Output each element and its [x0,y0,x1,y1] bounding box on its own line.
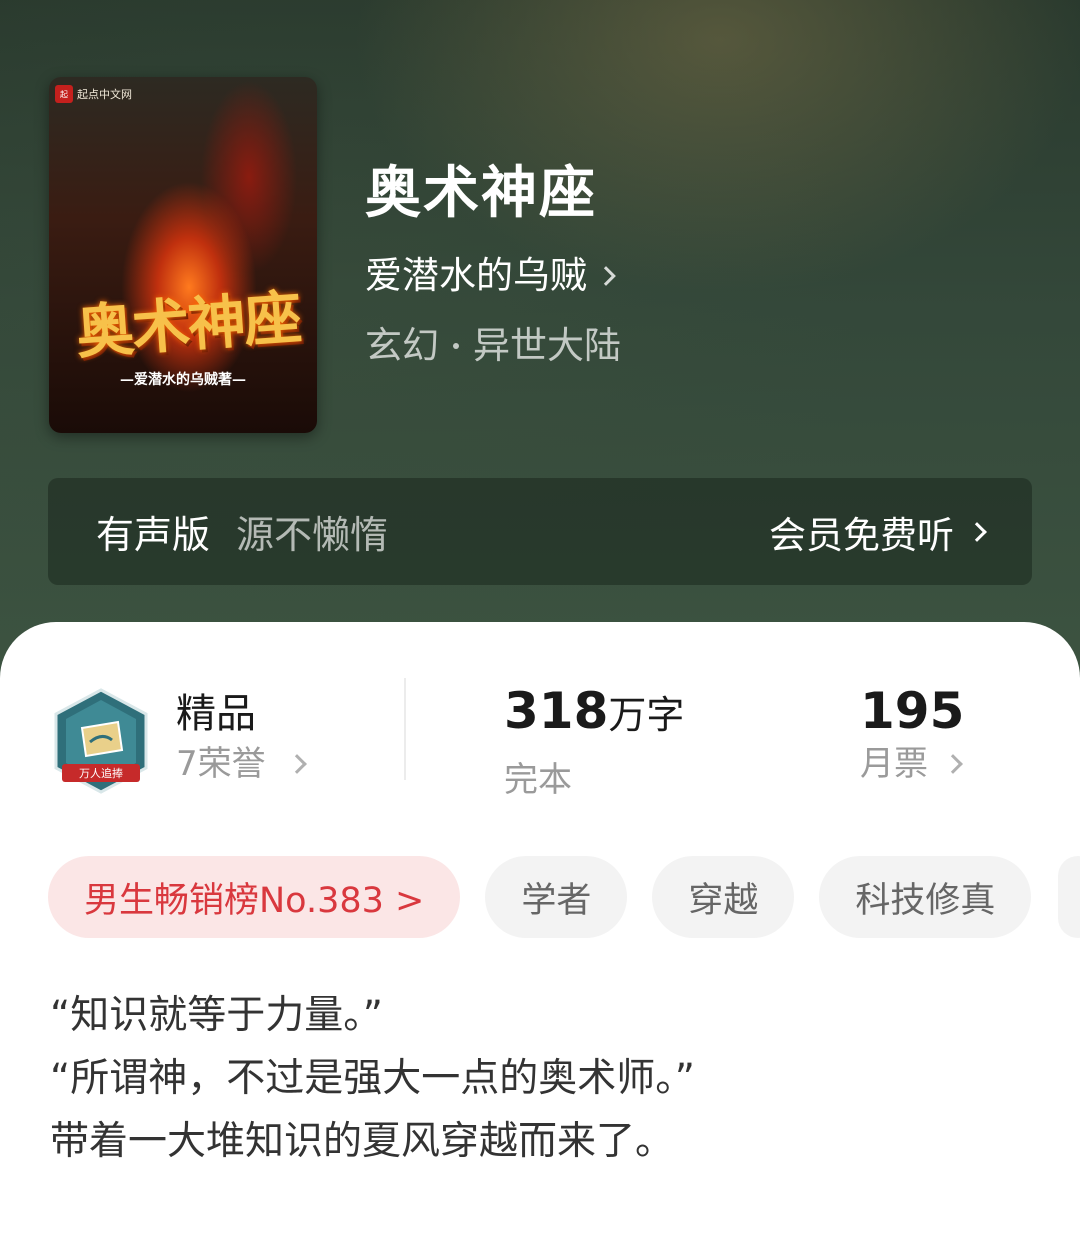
monthly-votes-label: 月票 [860,744,928,784]
publisher-logo-icon: 起 [55,85,73,103]
chevron-right-icon [596,266,616,286]
tag-list: 男生畅销榜No.383 > 学者 穿越 科技修真 [48,856,1032,938]
tag-item[interactable]: 学者 [485,856,628,938]
synopsis-line: “所谓神，不过是强大一点的奥术师。” [50,1056,695,1101]
monthly-votes-stat[interactable]: 195 月票 [860,682,964,788]
monthly-votes-number: 195 [860,682,965,740]
quality-stat[interactable]: 精品 7荣誉 [176,688,307,788]
synopsis-line: 带着一大堆知识的夏风穿越而来了。 [50,1119,675,1164]
book-cover[interactable]: 起 起点中文网 奥术神座 —爱潜水的乌贼著— [49,77,317,433]
tag-item[interactable]: 科技修真 [819,856,1032,938]
cover-author-line: —爱潜水的乌贼著— [120,372,246,388]
book-synopsis[interactable]: “知识就等于力量。” “所谓神，不过是强大一点的奥术师。” 带着一大堆知识的夏风… [50,984,1030,1173]
tag-item[interactable]: 穿越 [652,856,795,938]
word-count-stat: 318万字 完本 [504,682,684,804]
tag-item-overflow[interactable] [1058,856,1080,938]
word-count-unit: 万字 [608,693,685,737]
publisher-logo: 起 起点中文网 [55,83,132,105]
stat-divider [404,678,406,780]
quality-title: 精品 [176,691,256,737]
completion-status: 完本 [504,760,572,800]
genre-sub: 异世大陆 [473,324,621,367]
rank-tag[interactable]: 男生畅销榜No.383 > [48,856,461,938]
word-count-number: 318 [504,682,609,740]
member-free-listen-label: 会员免费听 [769,513,954,557]
publisher-logo-text: 起点中文网 [77,88,132,101]
chevron-right-icon [967,521,987,542]
quality-badge-icon[interactable]: 万人追捧 [52,688,150,794]
honors-count: 7荣誉 [176,744,266,784]
audio-label: 有声版 [96,513,211,557]
chevron-right-icon [943,754,963,774]
cover-title-art: 奥术神座 [73,283,303,367]
book-title: 奥术神座 [365,160,597,226]
author-link[interactable]: 爱潜水的乌贼 [365,252,616,300]
audio-version-bar[interactable]: 有声版 源不懒惰 会员免费听 [48,478,1032,585]
chevron-right-icon [286,754,307,774]
audio-narrator: 源不懒惰 [236,513,389,557]
badge-text: 万人追捧 [79,766,123,780]
genre-main: 玄幻 [365,324,439,367]
member-free-listen-button[interactable]: 会员免费听 [769,505,987,559]
author-name: 爱潜水的乌贼 [365,254,587,297]
separator-dot-icon [453,343,459,349]
genre-line: 玄幻 异世大陆 [365,322,621,370]
synopsis-line: “知识就等于力量。” [50,993,383,1038]
